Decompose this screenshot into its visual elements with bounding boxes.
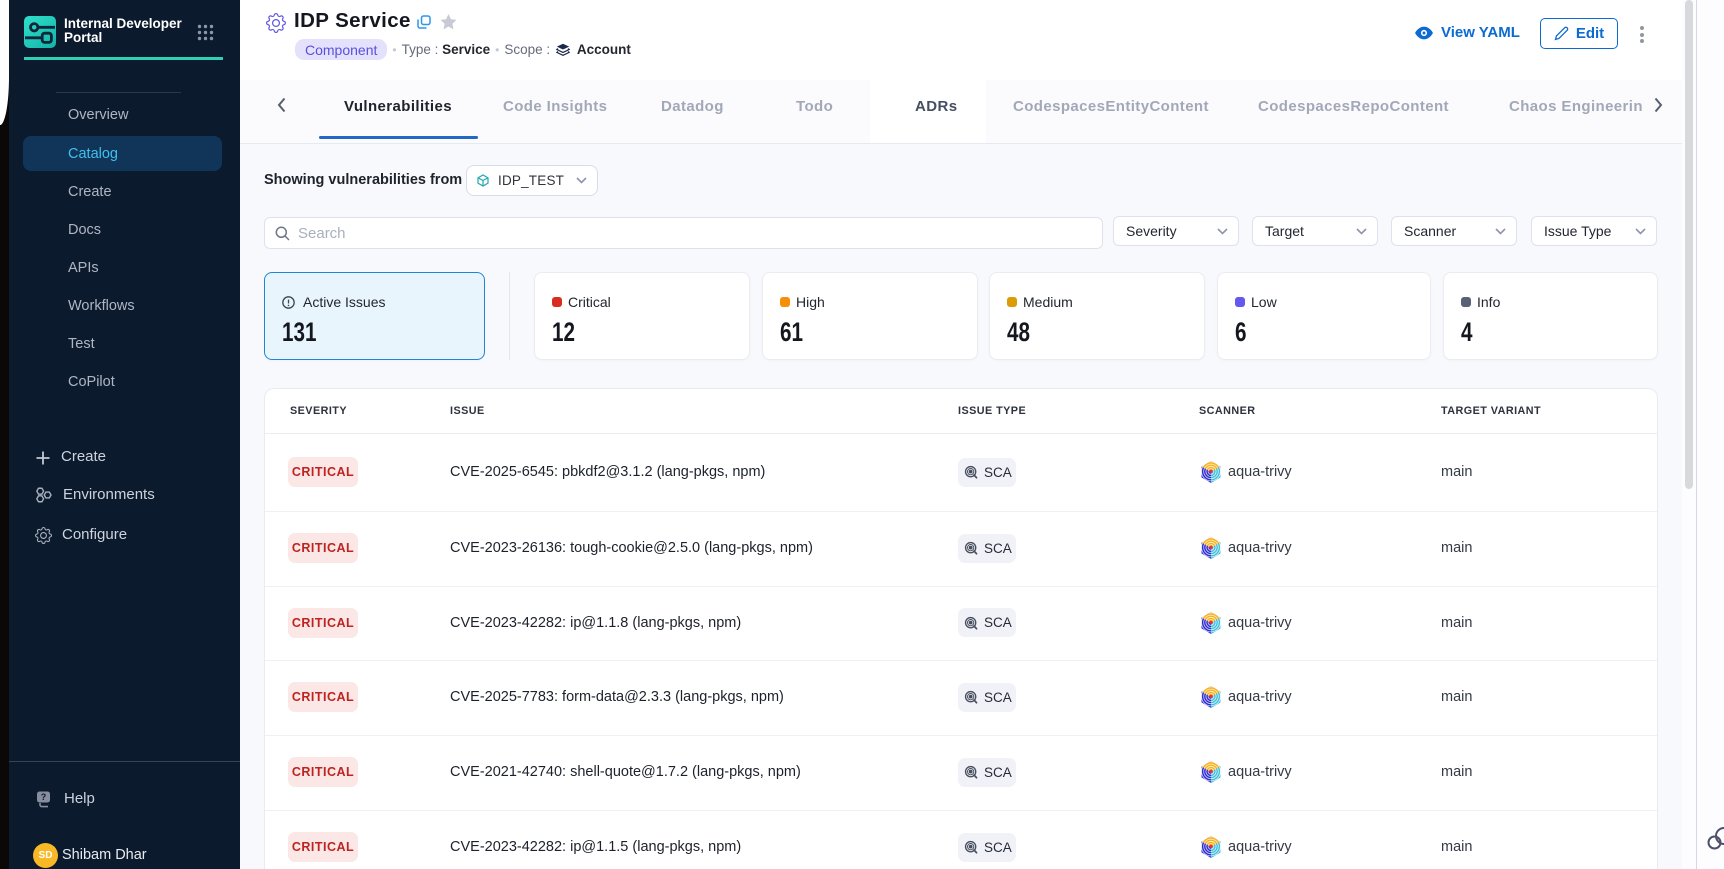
svg-text:?: ? <box>41 792 47 802</box>
